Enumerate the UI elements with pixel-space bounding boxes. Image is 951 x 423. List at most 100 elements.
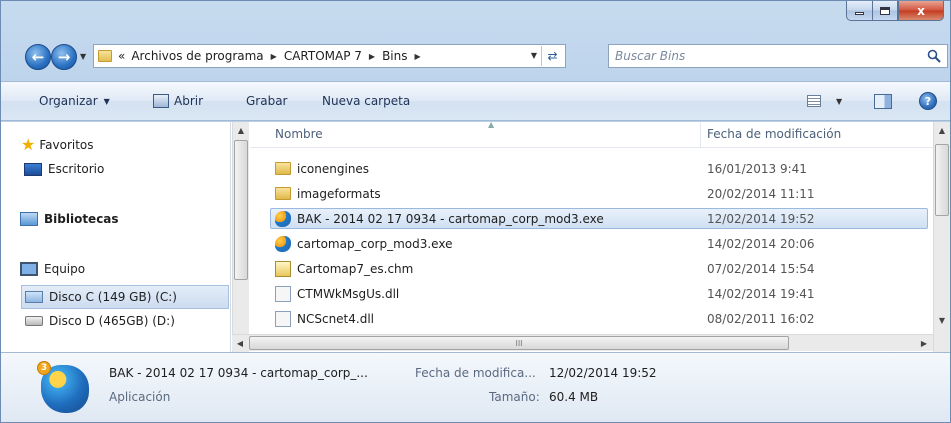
file-date: 07/02/2014 15:54 — [707, 261, 815, 276]
file-list: ▲ Nombre Fecha de modificación iconengin… — [250, 122, 933, 352]
refresh-icon: ⇄ — [547, 49, 558, 63]
scroll-thumb[interactable]: III — [249, 336, 789, 350]
nav-item-computer[interactable]: Equipo — [20, 262, 85, 276]
file-name: iconengines — [297, 161, 370, 176]
column-divider[interactable] — [700, 122, 701, 148]
new-folder-label: Nueva carpeta — [322, 94, 411, 108]
scroll-thumb[interactable] — [234, 140, 248, 280]
address-row: ← → ▼ « Archivos de programa ▶ CARTOMAP … — [1, 42, 950, 72]
scroll-left-icon[interactable]: ◀ — [232, 335, 248, 351]
scroll-up-icon[interactable]: ▲ — [934, 122, 950, 138]
breadcrumb-item[interactable]: Bins — [382, 49, 407, 63]
folder-icon — [275, 162, 291, 175]
recent-pages-dropdown[interactable]: ▼ — [80, 52, 86, 61]
file-name: NCScnet4.dll — [297, 311, 374, 326]
file-row[interactable]: CTMWkMsgUs.dll 14/02/2014 19:41 — [270, 283, 928, 304]
scroll-up-icon[interactable]: ▲ — [233, 122, 249, 138]
nav-item-favorites[interactable]: ★ Favoritos — [21, 135, 94, 154]
file-date: 14/02/2014 19:41 — [707, 286, 815, 301]
caption-buttons: x — [846, 1, 944, 21]
explorer-window: x ← → ▼ « Archivos de programa ▶ CARTOMA… — [0, 0, 951, 423]
breadcrumb-item[interactable]: Archivos de programa — [131, 49, 263, 63]
nav-item-desktop[interactable]: Escritorio — [24, 162, 104, 176]
organize-label: Organizar — [39, 94, 98, 108]
scroll-down-icon[interactable]: ▼ — [934, 312, 950, 328]
column-header-name[interactable]: Nombre — [275, 127, 323, 141]
search-icon[interactable] — [927, 49, 941, 63]
open-label: Abrir — [174, 94, 204, 108]
file-row[interactable]: BAK - 2014 02 17 0934 - cartomap_corp_mo… — [270, 208, 928, 229]
arrow-left-icon: ← — [31, 48, 45, 66]
scroll-thumb[interactable] — [935, 144, 949, 216]
file-date: 14/02/2014 20:06 — [707, 236, 815, 251]
file-name: imageformats — [297, 186, 381, 201]
file-row[interactable]: NCScnet4.dll 08/02/2011 16:02 — [270, 308, 928, 329]
burn-button[interactable]: Grabar — [246, 94, 288, 108]
views-icon[interactable] — [807, 95, 821, 107]
views-dropdown-icon[interactable]: ▼ — [836, 97, 842, 106]
nav-item-label: Equipo — [44, 262, 86, 276]
details-pane: 3 BAK - 2014 02 17 0934 - cartomap_corp_… — [1, 352, 950, 422]
file-name: CTMWkMsgUs.dll — [297, 286, 400, 301]
file-date: 08/02/2011 16:02 — [707, 311, 815, 326]
file-date: 20/02/2014 11:11 — [707, 186, 815, 201]
burn-label: Grabar — [246, 94, 288, 108]
forward-button[interactable]: → — [51, 44, 77, 70]
nav-scrollbar[interactable]: ▲ ▼ — [232, 122, 249, 352]
breadcrumb-item[interactable]: CARTOMAP 7 — [284, 49, 362, 63]
nav-item-disk-d[interactable]: Disco D (465GB) (D:) — [25, 314, 175, 328]
file-row[interactable]: Cartomap7_es.chm 07/02/2014 15:54 — [270, 258, 928, 279]
refresh-button[interactable]: ⇄ — [541, 46, 563, 66]
close-button[interactable]: x — [898, 1, 944, 21]
maximize-icon — [880, 6, 890, 15]
search-input[interactable] — [615, 49, 915, 63]
dll-file-icon — [275, 285, 291, 302]
file-row[interactable]: iconengines 16/01/2013 9:41 — [270, 158, 928, 179]
new-folder-button[interactable]: Nueva carpeta — [322, 94, 410, 108]
breadcrumb-chevron-icon[interactable]: ▶ — [369, 52, 375, 61]
open-button[interactable]: Abrir — [153, 94, 203, 108]
badge: 3 — [37, 361, 51, 375]
help-icon[interactable]: ? — [919, 92, 937, 110]
file-row[interactable]: imageformats 20/02/2014 11:11 — [270, 183, 928, 204]
command-bar: Organizar ▼ Abrir Grabar Nueva carpeta ▼… — [1, 81, 950, 121]
drive-d-icon — [25, 316, 43, 326]
folder-icon — [275, 187, 291, 200]
arrow-right-icon: → — [57, 48, 71, 66]
scroll-right-icon[interactable]: ▶ — [916, 335, 932, 351]
file-scrollbar[interactable]: ▲ ▼ — [933, 122, 950, 352]
nav-item-disk-c[interactable]: Disco C (149 GB) (C:) — [21, 285, 229, 309]
breadcrumb-chevron-icon[interactable]: ▶ — [415, 52, 421, 61]
file-row[interactable]: cartomap_corp_mod3.exe 14/02/2014 20:06 — [270, 233, 928, 254]
organize-button[interactable]: Organizar ▼ — [39, 94, 110, 108]
navigation-pane: ★ Favoritos Escritorio Bibliotecas Equip… — [1, 122, 231, 352]
application-icon — [275, 235, 291, 252]
maximize-button[interactable] — [872, 1, 898, 21]
horizontal-scrollbar[interactable]: ◀ III ▶ — [232, 334, 933, 351]
nav-item-label: Escritorio — [48, 162, 105, 176]
details-date-label: Fecha de modifica... — [415, 366, 536, 380]
address-bar[interactable]: « Archivos de programa ▶ CARTOMAP 7 ▶ Bi… — [93, 44, 566, 68]
chevron-down-icon: ▼ — [103, 96, 110, 106]
preview-pane-icon[interactable] — [874, 94, 892, 109]
nav-item-label: Bibliotecas — [44, 212, 119, 226]
column-header-date[interactable]: Fecha de modificación — [707, 127, 841, 141]
minimize-button[interactable] — [846, 1, 872, 21]
file-name: Cartomap7_es.chm — [297, 261, 414, 276]
desktop-icon — [24, 162, 42, 176]
nav-item-libraries[interactable]: Bibliotecas — [20, 212, 119, 226]
search-box[interactable] — [608, 44, 948, 68]
file-date: 12/02/2014 19:52 — [707, 211, 815, 226]
file-date: 16/01/2013 9:41 — [707, 161, 807, 176]
breadcrumb-chevron-icon[interactable]: ▶ — [271, 52, 277, 61]
address-dropdown-icon[interactable]: ▼ — [531, 51, 537, 60]
back-button[interactable]: ← — [25, 44, 51, 70]
main-area: ★ Favoritos Escritorio Bibliotecas Equip… — [1, 122, 950, 352]
details-type: Aplicación — [109, 390, 171, 404]
help-file-icon — [275, 260, 291, 277]
breadcrumb-overflow[interactable]: « — [118, 49, 125, 63]
sort-ascending-icon: ▲ — [488, 122, 495, 129]
libraries-icon — [20, 212, 38, 226]
nav-item-label: Disco C (149 GB) (C:) — [49, 290, 177, 304]
dll-file-icon — [275, 310, 291, 327]
